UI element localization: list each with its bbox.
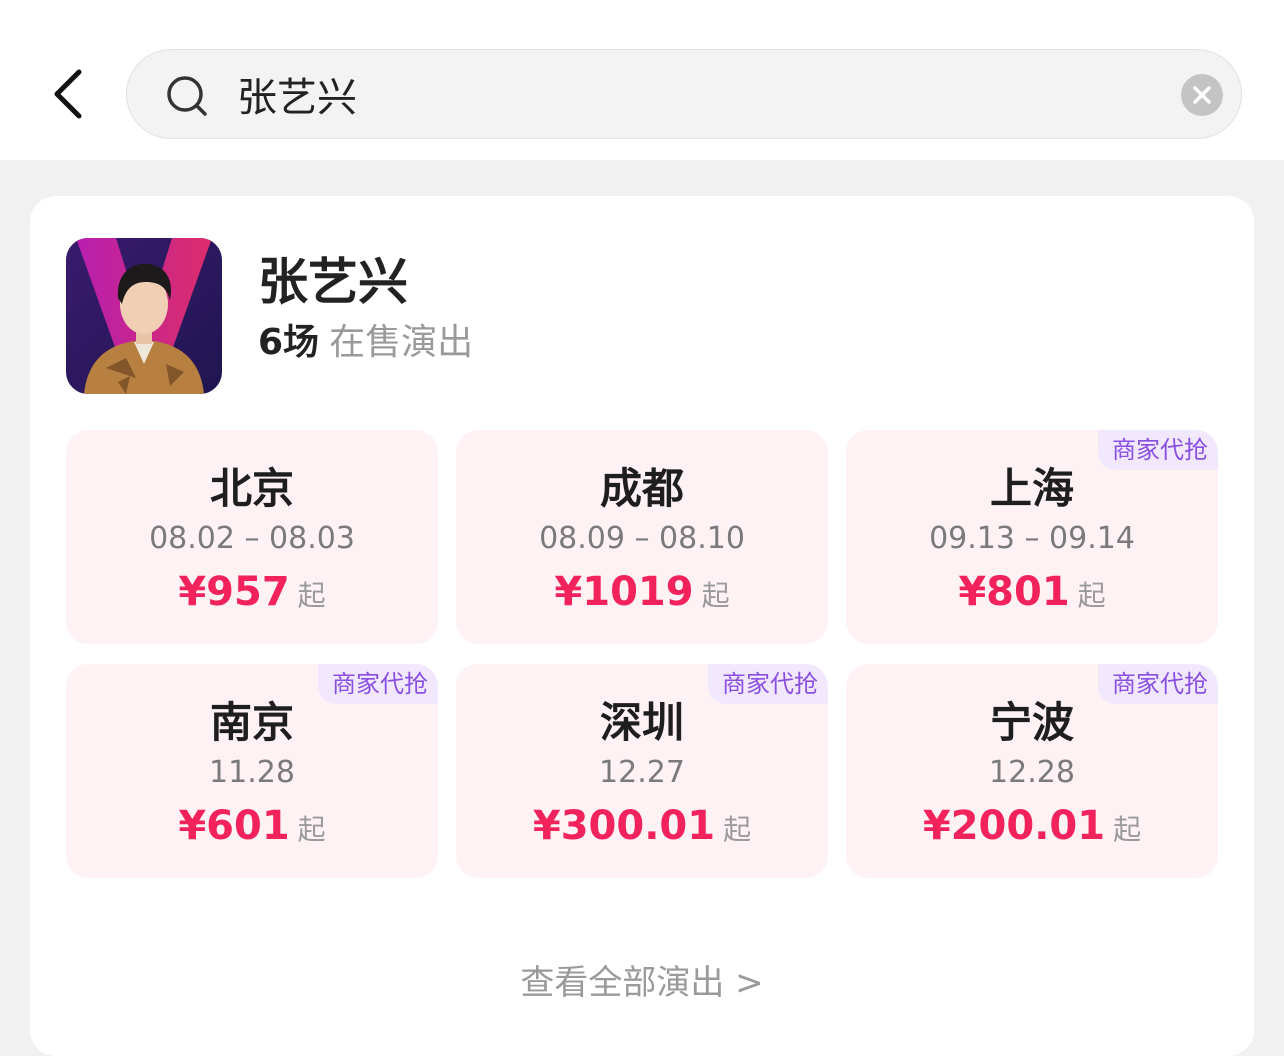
show-count-row: 6场 在售演出 xyxy=(258,318,473,368)
chevron-left-icon xyxy=(54,69,82,119)
tile-price-suffix: 起 xyxy=(297,813,326,846)
tile-city: 上海 xyxy=(989,464,1074,513)
show-tile-nanjing[interactable]: 商家代抢 南京 11.28 ¥601 起 xyxy=(66,664,438,878)
tile-price: ¥300.01 xyxy=(532,803,716,849)
tile-date: 08.09 – 08.10 xyxy=(539,521,745,556)
tile-date: 09.13 – 09.14 xyxy=(929,521,1135,556)
tile-price: ¥1019 xyxy=(554,569,694,615)
tile-date: 11.28 xyxy=(209,755,295,790)
tile-price-row: ¥1019 起 xyxy=(456,564,828,628)
tile-price-suffix: 起 xyxy=(723,813,752,846)
tile-price-suffix: 起 xyxy=(701,579,730,612)
search-input[interactable] xyxy=(237,50,1137,138)
tile-date: 08.02 – 08.03 xyxy=(149,521,355,556)
back-button[interactable] xyxy=(38,62,98,126)
show-tile-shanghai[interactable]: 商家代抢 上海 09.13 – 09.14 ¥801 起 xyxy=(846,430,1218,644)
tile-city: 宁波 xyxy=(989,698,1074,747)
show-tile-shenzhen[interactable]: 商家代抢 深圳 12.27 ¥300.01 起 xyxy=(456,664,828,878)
tile-price: ¥957 xyxy=(178,569,290,615)
tile-city: 北京 xyxy=(209,464,294,513)
show-count-label: 在售演出 xyxy=(329,322,474,363)
clear-search-button[interactable] xyxy=(1181,74,1223,116)
tile-price: ¥200.01 xyxy=(922,803,1106,849)
tile-price-suffix: 起 xyxy=(1077,579,1106,612)
tile-price-row: ¥200.01 起 xyxy=(846,798,1218,862)
tile-price: ¥801 xyxy=(958,569,1070,615)
view-all-shows-link[interactable]: 查看全部演出 > xyxy=(30,958,1254,1008)
tile-price-suffix: 起 xyxy=(1113,813,1142,846)
show-tile-ningbo[interactable]: 商家代抢 宁波 12.28 ¥200.01 起 xyxy=(846,664,1218,878)
search-icon xyxy=(167,76,207,116)
show-tile-chengdu[interactable]: 成都 08.09 – 08.10 ¥1019 起 xyxy=(456,430,828,644)
artist-name[interactable]: 张艺兴 xyxy=(258,248,408,316)
tile-date: 12.28 xyxy=(989,755,1075,790)
tile-price-row: ¥957 起 xyxy=(66,564,438,628)
tile-city: 深圳 xyxy=(599,698,684,747)
tile-date: 12.27 xyxy=(599,755,685,790)
show-tile-beijing[interactable]: 北京 08.02 – 08.03 ¥957 起 xyxy=(66,430,438,644)
artist-card: 张艺兴 6场 在售演出 北京 08.02 – 08.03 ¥957 起 成都 08.… xyxy=(30,196,1254,1056)
tile-price: ¥601 xyxy=(178,803,290,849)
top-bar xyxy=(0,0,1284,160)
close-icon xyxy=(1193,86,1211,104)
artist-avatar[interactable] xyxy=(66,238,222,394)
tile-price-suffix: 起 xyxy=(297,579,326,612)
tile-city: 南京 xyxy=(209,698,294,747)
tile-city: 成都 xyxy=(599,464,684,513)
tile-price-row: ¥801 起 xyxy=(846,564,1218,628)
tile-price-row: ¥300.01 起 xyxy=(456,798,828,862)
tile-price-row: ¥601 起 xyxy=(66,798,438,862)
search-bar[interactable] xyxy=(126,49,1242,139)
artist-photo xyxy=(66,238,222,394)
show-count: 6场 xyxy=(258,322,320,363)
